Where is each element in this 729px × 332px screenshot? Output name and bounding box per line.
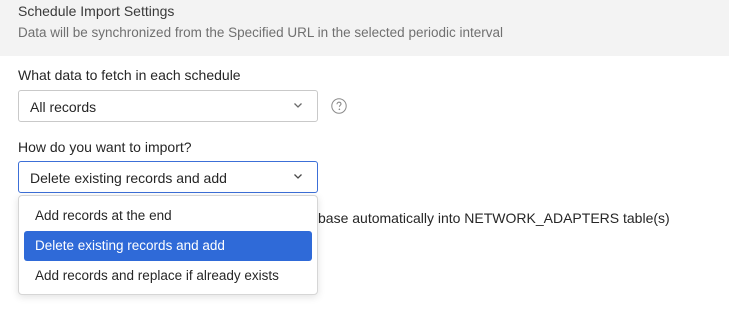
import-mode-label: How do you want to import? bbox=[18, 139, 192, 155]
import-mode-dropdown: Add records at the end Delete existing r… bbox=[18, 195, 318, 295]
schedule-import-settings-panel: Schedule Import Settings Data will be sy… bbox=[0, 0, 729, 332]
fetch-data-label: What data to fetch in each schedule bbox=[18, 67, 241, 83]
question-circle-icon[interactable] bbox=[331, 98, 347, 114]
dropdown-option-delete-and-add[interactable]: Delete existing records and add bbox=[24, 231, 312, 261]
fetch-data-select[interactable]: All records bbox=[18, 90, 318, 122]
chevron-down-icon bbox=[294, 174, 302, 179]
chevron-down-icon bbox=[294, 103, 302, 108]
dropdown-option-add-at-end[interactable]: Add records at the end bbox=[24, 201, 312, 231]
import-mode-select-value: Delete existing records and add bbox=[30, 170, 227, 186]
dropdown-option-add-and-replace[interactable]: Add records and replace if already exist… bbox=[24, 261, 312, 291]
section-title: Schedule Import Settings bbox=[18, 3, 175, 19]
import-mode-select[interactable]: Delete existing records and add bbox=[18, 161, 318, 193]
fetch-data-select-value: All records bbox=[30, 99, 97, 115]
import-destination-text: base automatically into NETWORK_ADAPTERS… bbox=[318, 210, 670, 226]
section-subtitle: Data will be synchronized from the Speci… bbox=[18, 25, 503, 40]
section-header: Schedule Import Settings Data will be sy… bbox=[0, 0, 729, 56]
